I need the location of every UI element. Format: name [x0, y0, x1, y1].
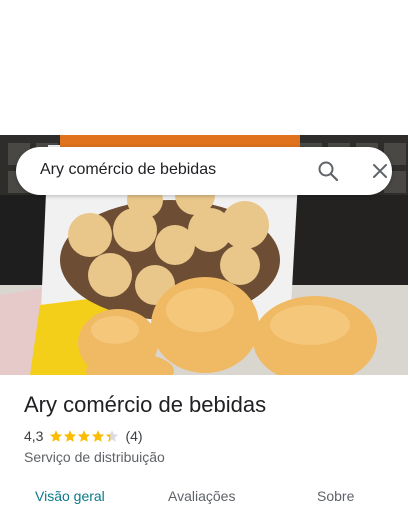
- tab-reviews[interactable]: Avaliações: [168, 488, 235, 504]
- star-icon: [64, 430, 77, 442]
- review-count[interactable]: (4): [125, 428, 142, 444]
- search-bar[interactable]: Ary comércio de bebidas: [16, 147, 392, 195]
- rating-value: 4,3: [24, 428, 44, 444]
- search-input[interactable]: Ary comércio de bebidas: [40, 161, 216, 179]
- place-title: Ary comércio de bebidas: [24, 392, 267, 417]
- place-tabs: Visão geral Avaliações Sobre: [0, 480, 408, 510]
- close-icon[interactable]: [368, 159, 392, 183]
- star-icon: [92, 430, 105, 442]
- rating-row[interactable]: 4,3 (4): [24, 428, 143, 444]
- search-icon[interactable]: [316, 159, 340, 183]
- star-icon: [50, 430, 63, 442]
- map-area: [0, 0, 408, 135]
- place-category: Serviço de distribuição: [24, 449, 165, 465]
- tab-overview[interactable]: Visão geral: [35, 488, 105, 504]
- tab-about[interactable]: Sobre: [317, 488, 354, 504]
- star-icon-partial: [106, 430, 119, 442]
- star-rating: [49, 429, 119, 443]
- star-icon: [78, 430, 91, 442]
